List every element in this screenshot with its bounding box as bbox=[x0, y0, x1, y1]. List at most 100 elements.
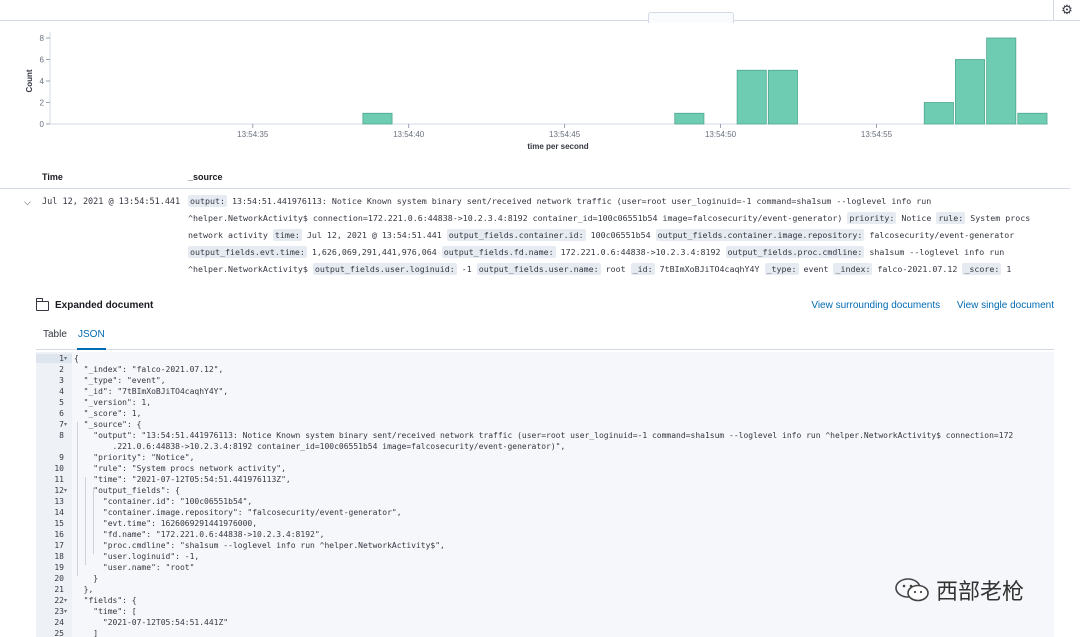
code-line: "_id": "7tBImXoBJiTO4caqhY4Y", bbox=[74, 387, 229, 396]
table-row[interactable]: ⌵ Jul 12, 2021 @ 13:54:51.441 output: 13… bbox=[0, 190, 1070, 280]
line-number: 17 bbox=[54, 541, 64, 550]
line-number: 8 bbox=[59, 431, 64, 440]
code-line: "_score": 1, bbox=[74, 409, 142, 418]
indent-guide bbox=[93, 488, 94, 554]
code-line: "2021-07-12T05:54:51.441Z" bbox=[74, 618, 229, 627]
line-number: 3 bbox=[59, 376, 64, 385]
watermark: 西部老枪 bbox=[894, 574, 1024, 606]
line-number: 5 bbox=[59, 398, 64, 407]
source-field-value: 1 bbox=[1001, 264, 1012, 274]
x-tick-label: 13:54:35 bbox=[237, 130, 269, 139]
folder-icon bbox=[36, 297, 49, 311]
histogram-bar bbox=[736, 69, 767, 125]
line-number: 15 bbox=[54, 519, 64, 528]
code-line: "container.id": "100c06551b54", bbox=[74, 497, 253, 506]
source-field-key: output: bbox=[188, 195, 227, 207]
source-field-value: 1,626,069,291,441,976,064 bbox=[306, 247, 442, 257]
wechat-icon bbox=[895, 578, 929, 602]
gear-icon[interactable]: ⚙ bbox=[1053, 0, 1080, 20]
code-line: "time": "2021-07-12T05:54:51.441976113Z"… bbox=[74, 475, 291, 484]
source-field-key: priority: bbox=[847, 212, 897, 224]
line-number: 11 bbox=[54, 475, 64, 484]
code-line: "_type": "event", bbox=[74, 376, 166, 385]
tab-json[interactable]: JSON bbox=[77, 329, 106, 350]
source-field-value: falco-2021.07.12 bbox=[872, 264, 963, 274]
line-number: 10 bbox=[54, 464, 64, 473]
source-field-key: output_fields.fd.name: bbox=[441, 246, 556, 258]
x-tick-label: 13:54:55 bbox=[861, 130, 893, 139]
document-table-header: Time _source bbox=[0, 168, 1070, 189]
histogram-bar bbox=[986, 37, 1017, 125]
source-field-value: event bbox=[798, 264, 834, 274]
line-number: 2 bbox=[59, 365, 64, 374]
histogram-bar bbox=[1017, 112, 1048, 125]
indent-guide bbox=[85, 477, 86, 565]
column-header-source[interactable]: _source bbox=[188, 172, 223, 182]
y-tick-label: 6 bbox=[40, 56, 45, 65]
code-line: "output": "13:54:51.441976113: Notice Kn… bbox=[74, 431, 1014, 440]
line-number: 21 bbox=[54, 585, 64, 594]
column-header-time[interactable]: Time bbox=[42, 172, 63, 182]
fold-toggle-icon[interactable]: ▾ bbox=[64, 487, 67, 494]
source-field-value: 172.221.0.6:44838->10.2.3.4:8192 bbox=[555, 247, 726, 257]
source-field-key: _type: bbox=[764, 263, 799, 275]
fold-toggle-icon[interactable]: ▾ bbox=[64, 597, 67, 604]
code-line: ] bbox=[74, 629, 99, 637]
fold-toggle-icon[interactable]: ▾ bbox=[64, 421, 67, 428]
source-field-key: output_fields.user.name: bbox=[476, 263, 601, 275]
histogram-bar bbox=[674, 112, 705, 125]
fold-toggle-icon[interactable]: ▾ bbox=[64, 355, 67, 362]
code-line: { bbox=[74, 354, 79, 363]
view-surrounding-documents-link[interactable]: View surrounding documents bbox=[811, 300, 940, 311]
y-axis-title: Count bbox=[25, 69, 34, 92]
code-line: .221.0.6:44838->10.2.3.4:8192 container_… bbox=[74, 442, 566, 451]
row-timestamp: Jul 12, 2021 @ 13:54:51.441 bbox=[42, 197, 181, 207]
code-line: "container.image.repository": "falcosecu… bbox=[74, 508, 402, 517]
row-source-fields: output: 13:54:51.441976113: Notice Known… bbox=[188, 193, 1056, 278]
fold-toggle-icon[interactable]: ▾ bbox=[64, 608, 67, 615]
expanded-document-label: Expanded document bbox=[55, 300, 154, 311]
histogram-bar bbox=[767, 69, 798, 125]
source-field-key: rule: bbox=[936, 212, 966, 224]
view-single-document-link[interactable]: View single document bbox=[957, 300, 1054, 311]
source-field-key: output_fields.user.loginuid: bbox=[312, 263, 457, 275]
source-field-key: output_fields.evt.time: bbox=[188, 246, 307, 258]
source-field-value: root bbox=[600, 264, 631, 274]
code-line: }, bbox=[74, 585, 94, 594]
x-tick-label: 13:54:45 bbox=[549, 130, 581, 139]
code-line: "fields": { bbox=[74, 596, 137, 605]
code-line: "user.name": "root" bbox=[74, 563, 195, 572]
tab-table[interactable]: Table bbox=[43, 329, 67, 340]
chevron-down-icon[interactable]: ⌵ bbox=[24, 197, 31, 208]
code-line: "evt.time": 1626069291441976000, bbox=[74, 519, 258, 528]
line-number: 24 bbox=[54, 618, 64, 627]
y-tick-label: 4 bbox=[40, 77, 45, 86]
line-number: 23 bbox=[54, 607, 64, 616]
y-tick-label: 0 bbox=[40, 120, 45, 129]
code-line: "_source": { bbox=[74, 420, 142, 429]
line-number: 6 bbox=[59, 409, 64, 418]
source-field-key: output_fields.proc.cmdline: bbox=[725, 246, 865, 258]
source-field-value: Jul 12, 2021 @ 13:54:51.441 bbox=[301, 230, 447, 240]
line-number: 19 bbox=[54, 563, 64, 572]
line-number: 4 bbox=[59, 387, 64, 396]
source-field-value: 13:54:51.441976113: Notice Known system … bbox=[188, 196, 932, 223]
source-field-value: 100c06551b54 bbox=[585, 230, 656, 240]
source-field-key: time: bbox=[272, 229, 302, 241]
line-number: 7 bbox=[59, 420, 64, 429]
line-number: 25 bbox=[54, 629, 64, 637]
source-field-value: -1 bbox=[456, 264, 477, 274]
source-field-key: output_fields.container.id: bbox=[446, 229, 586, 241]
code-line: "_index": "falco-2021.07.12", bbox=[74, 365, 224, 374]
y-tick-label: 2 bbox=[40, 99, 45, 108]
doc-view-tabs: Table JSON bbox=[36, 323, 1054, 350]
line-number: 13 bbox=[54, 497, 64, 506]
line-number: 14 bbox=[54, 508, 64, 517]
histogram-bar bbox=[955, 59, 986, 125]
code-line: "rule": "System procs network activity", bbox=[74, 464, 286, 473]
line-number: 18 bbox=[54, 552, 64, 561]
histogram-chart: 0 2 4 6 8 13:54:35 13:54:40 13:54:45 13:54:50 13:… bbox=[0, 20, 1080, 160]
expanded-document-title: Expanded document bbox=[36, 297, 154, 311]
source-field-key: _index: bbox=[833, 263, 873, 275]
line-number: 12 bbox=[54, 486, 64, 495]
